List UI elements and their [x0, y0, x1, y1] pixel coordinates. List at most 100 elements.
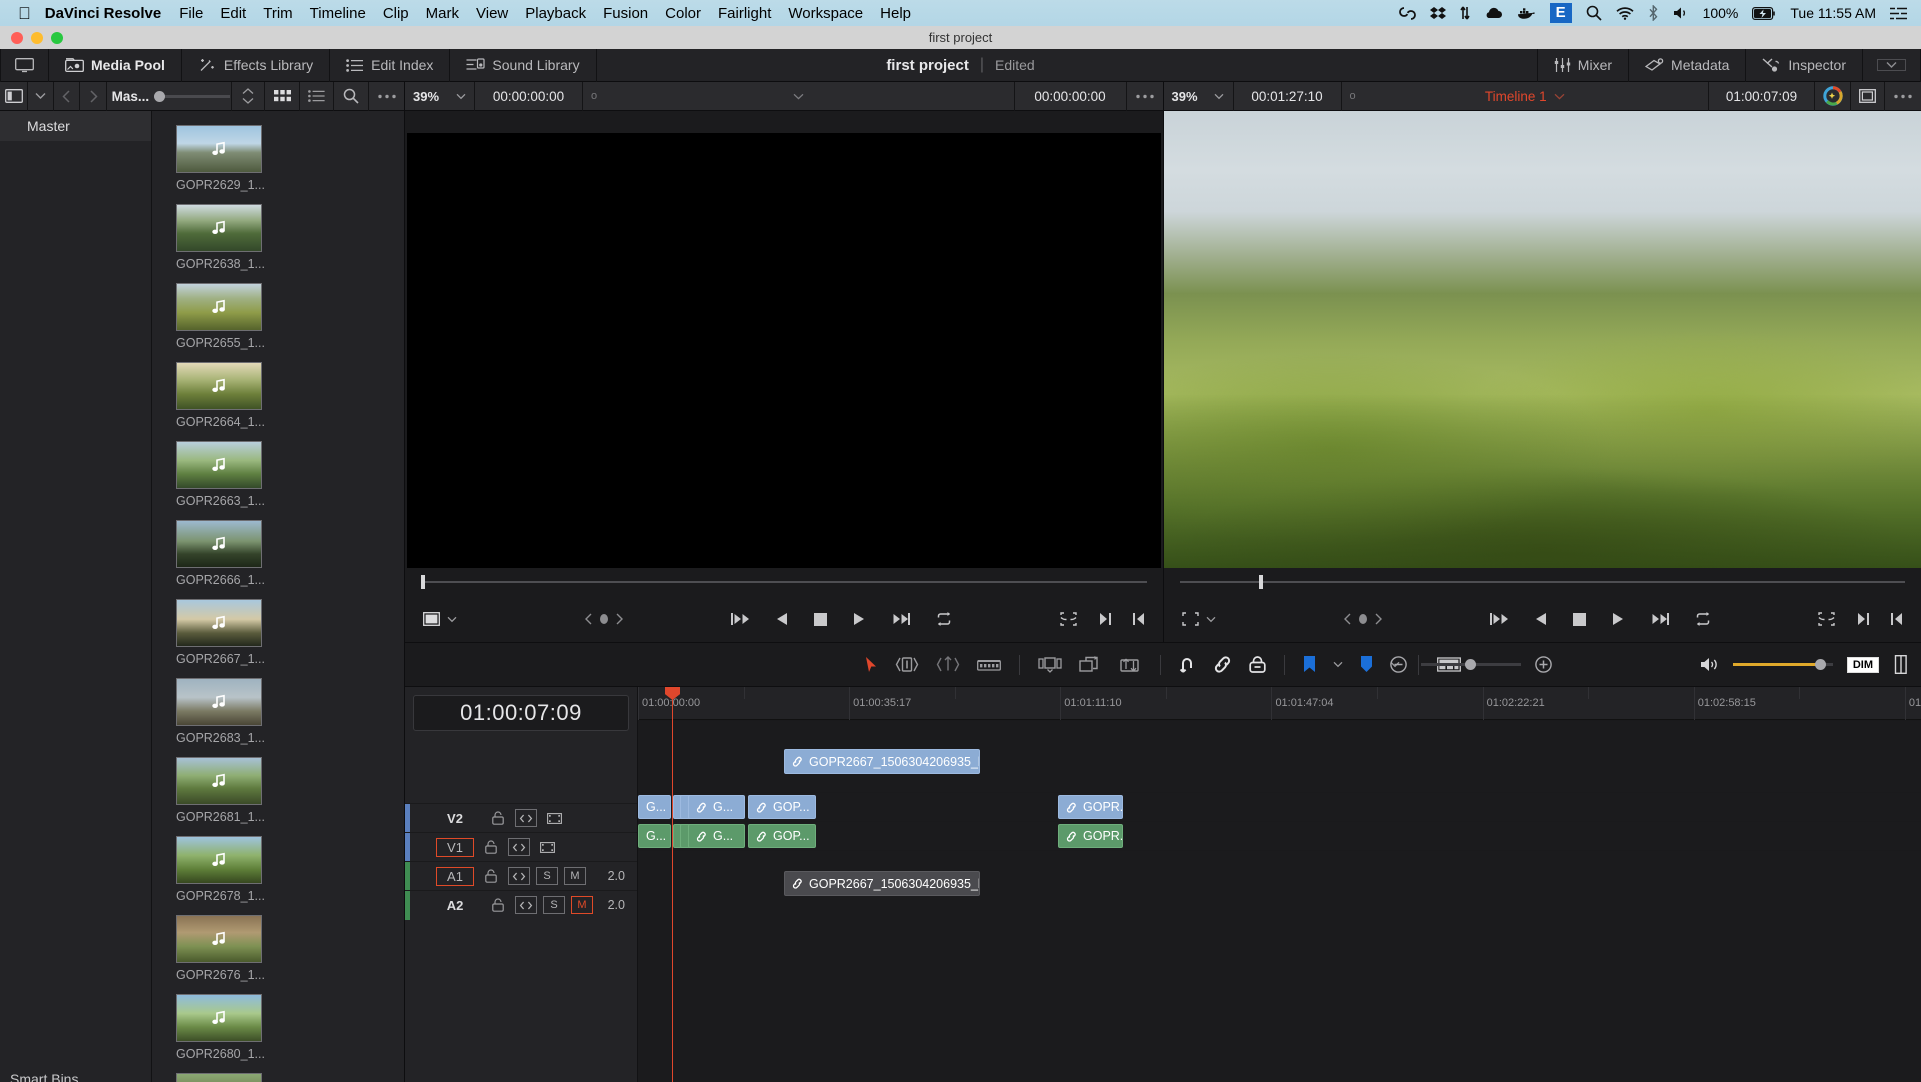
clip-thumbnail[interactable]: [176, 283, 262, 331]
track-name-label[interactable]: A2: [429, 898, 481, 913]
media-pool-clip[interactable]: GOPR2681_1...: [176, 757, 286, 824]
timeline-loop-button[interactable]: [1695, 612, 1711, 626]
search-icon[interactable]: [1586, 3, 1602, 23]
flag-lock-icon[interactable]: [1249, 656, 1266, 673]
source-fit-screen-button[interactable]: [1060, 612, 1077, 626]
menu-playback[interactable]: Playback: [525, 5, 586, 22]
source-duration-timecode[interactable]: 00:00:00:00: [1015, 82, 1127, 111]
zoom-out-icon[interactable]: [1390, 656, 1407, 673]
track-lock-icon[interactable]: [487, 809, 509, 827]
media-pool-options-button[interactable]: [369, 82, 404, 111]
timeline-mark-out-button[interactable]: [1857, 612, 1869, 626]
monitor-toggle-button[interactable]: [0, 49, 49, 82]
timeline-play-button[interactable]: [1612, 612, 1624, 626]
source-play-reverse-button[interactable]: [776, 612, 788, 626]
timeline-viewer-options-button[interactable]: [1885, 82, 1921, 111]
track-solo-button[interactable]: S: [543, 896, 565, 914]
dynamic-trim-tool-icon[interactable]: [936, 656, 960, 673]
track-video-enable-icon[interactable]: [543, 809, 565, 827]
menu-workspace[interactable]: Workspace: [788, 5, 863, 22]
media-pool-clip[interactable]: GOPR2658_1...: [176, 1073, 286, 1082]
timeline-stop-button[interactable]: [1573, 613, 1586, 626]
timeline-clip[interactable]: G...: [638, 795, 671, 819]
creative-cloud-icon[interactable]: [1399, 3, 1416, 23]
timeline-clip[interactable]: G...: [688, 824, 745, 848]
panel-chevron-button[interactable]: [1863, 49, 1921, 82]
menubar-app-name[interactable]: DaVinci Resolve: [45, 5, 161, 22]
source-frame-view-icon[interactable]: [423, 612, 440, 626]
track-lock-icon[interactable]: [487, 896, 509, 914]
source-loop-button[interactable]: [936, 612, 952, 626]
track-mute-button[interactable]: M: [564, 867, 586, 885]
safe-area-button[interactable]: [1851, 82, 1885, 111]
track-video-enable-icon[interactable]: [536, 838, 558, 856]
timeline-clip[interactable]: G...: [688, 795, 745, 819]
timeline-canvas[interactable]: 01:00:00:0001:00:35:1701:01:11:1001:01:4…: [638, 687, 1921, 1082]
source-mark-in-button[interactable]: [1133, 612, 1145, 626]
sound-library-button[interactable]: Sound Library: [450, 49, 596, 82]
timeline-clip[interactable]: G...: [638, 824, 671, 848]
timeline-clip[interactable]: GOP...: [748, 824, 816, 848]
clip-thumbnail[interactable]: [176, 757, 262, 805]
marker-icon[interactable]: [1360, 656, 1373, 673]
media-pool-clip[interactable]: GOPR2680_1...: [176, 994, 286, 1061]
nav-back-button[interactable]: [54, 82, 81, 111]
menu-view[interactable]: View: [476, 5, 508, 22]
media-pool-clip[interactable]: GOPR2664_1...: [176, 362, 286, 429]
wifi-icon[interactable]: [1616, 3, 1634, 23]
timeline-fit-screen-button[interactable]: [1818, 612, 1835, 626]
dropbox-icon[interactable]: [1430, 3, 1446, 23]
grid-view-button[interactable]: [265, 82, 299, 111]
track-row-a1[interactable]: G...G...GOP...GOPR...: [638, 821, 1921, 850]
timeline-mark-in-button[interactable]: [1891, 612, 1903, 626]
flag-chevron-down-icon[interactable]: [1333, 661, 1343, 668]
media-pool-clip[interactable]: GOPR2683_1...: [176, 678, 286, 745]
place-on-top-icon[interactable]: [1118, 656, 1142, 673]
source-zoom-chevron[interactable]: [447, 82, 475, 111]
timeline-frame-view-icon[interactable]: [1182, 612, 1199, 626]
bin-chevron-button[interactable]: [28, 82, 53, 111]
source-play-button[interactable]: [853, 612, 865, 626]
clip-thumbnail[interactable]: [176, 520, 262, 568]
timeline-play-reverse-button[interactable]: [1535, 612, 1547, 626]
menu-file[interactable]: File: [179, 5, 203, 22]
snapping-icon[interactable]: [1179, 656, 1196, 674]
nav-forward-button[interactable]: [80, 82, 107, 111]
track-mute-button[interactable]: M: [571, 896, 593, 914]
clip-thumbnail[interactable]: [176, 836, 262, 884]
source-stop-button[interactable]: [814, 613, 827, 626]
timeline-jump-to-start-button[interactable]: [1490, 612, 1509, 626]
apple-icon[interactable]: : [18, 5, 31, 22]
menu-mark[interactable]: Mark: [426, 5, 459, 22]
track-auto-select-icon[interactable]: [508, 838, 530, 856]
inspector-button[interactable]: Inspector: [1746, 49, 1863, 82]
source-jump-to-start-button[interactable]: [731, 612, 750, 626]
source-clip-selector[interactable]: o: [583, 82, 1015, 111]
timeline-selector[interactable]: o Timeline 1: [1342, 82, 1710, 111]
volume-icon[interactable]: [1673, 3, 1689, 23]
razor-tool-icon[interactable]: [977, 658, 1001, 671]
trim-edit-tool-icon[interactable]: [895, 656, 919, 673]
clip-thumbnail[interactable]: [176, 125, 262, 173]
source-in-timecode[interactable]: 00:00:00:00: [475, 82, 583, 111]
control-center-icon[interactable]: [1890, 3, 1907, 23]
menu-fusion[interactable]: Fusion: [603, 5, 648, 22]
timeline-clip[interactable]: GOPR...: [1058, 824, 1123, 848]
flag-marker-icon[interactable]: [1303, 656, 1316, 673]
clip-thumbnail[interactable]: [176, 678, 262, 726]
track-name-label[interactable]: V1: [436, 838, 474, 857]
clip-thumbnail[interactable]: [176, 441, 262, 489]
thumbnail-size-slider[interactable]: [154, 82, 232, 111]
timeline-clip[interactable]: GOPR2667_1506304206935_high.MP4: [784, 749, 980, 774]
media-pool-clip[interactable]: GOPR2638_1...: [176, 204, 286, 271]
menu-trim[interactable]: Trim: [263, 5, 292, 22]
menu-help[interactable]: Help: [880, 5, 911, 22]
menu-clip[interactable]: Clip: [383, 5, 409, 22]
track-auto-select-icon[interactable]: [515, 809, 537, 827]
source-jump-to-end-button[interactable]: [891, 612, 910, 626]
source-view-chevron-icon[interactable]: [447, 616, 457, 623]
transfer-icon[interactable]: [1460, 3, 1470, 23]
track-lock-icon[interactable]: [480, 867, 502, 885]
timeline-view-chevron-icon[interactable]: [1206, 616, 1216, 623]
menu-color[interactable]: Color: [665, 5, 701, 22]
